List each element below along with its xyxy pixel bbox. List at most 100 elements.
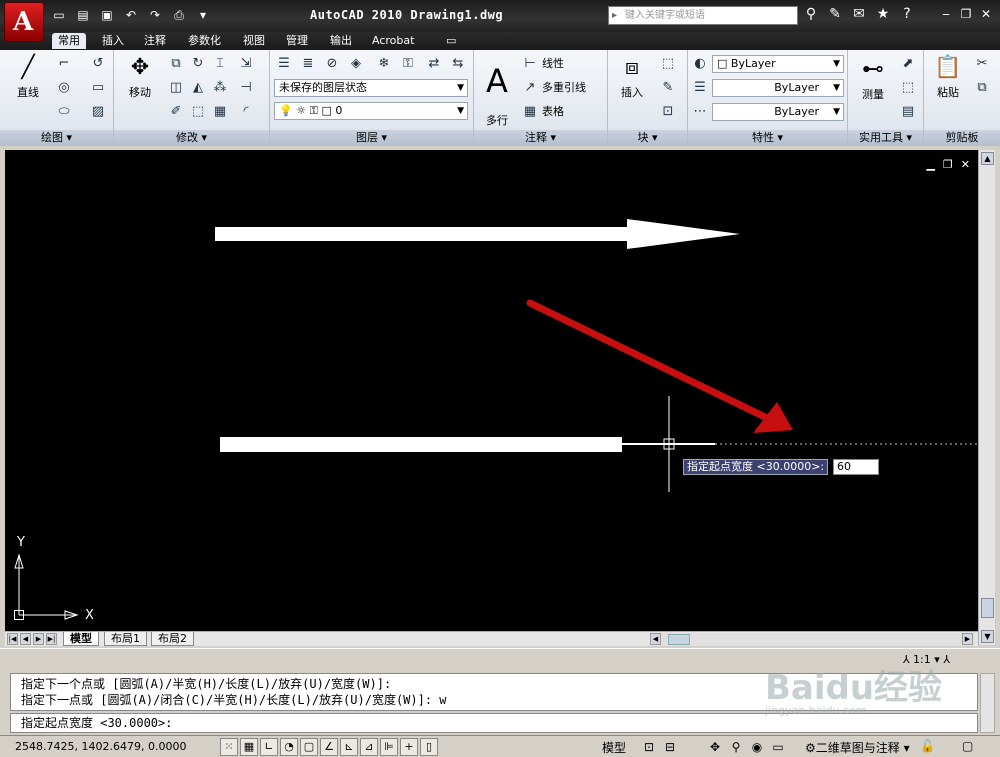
workspace-switcher[interactable]: ⚙二维草图与注释 ▾ [805, 739, 910, 756]
ellipse-icon[interactable]: ⬭ [54, 102, 74, 122]
fillet-icon[interactable]: ◜ [236, 102, 256, 122]
layer-prev-icon[interactable]: ⇆ [448, 54, 468, 74]
redo-icon[interactable]: ↷ [146, 7, 164, 23]
model-space-button[interactable]: 模型 [602, 739, 626, 756]
panel-draw-title[interactable]: 绘图 ▾ [0, 130, 113, 146]
lineweight-toggle-icon[interactable]: ⊫ [380, 738, 398, 756]
next-layout-icon[interactable]: ▶ [33, 633, 44, 645]
select-all-icon[interactable]: ⬚ [898, 78, 918, 98]
measure-button[interactable]: ⊷ 测量 [852, 56, 894, 102]
qat-dropdown-icon[interactable]: ▾ [194, 7, 212, 23]
snap-tracking-icon[interactable]: ∠ [320, 738, 338, 756]
move-button[interactable]: ✥ 移动 [120, 54, 160, 100]
edit-block-icon[interactable]: ✎ [658, 78, 678, 98]
table-button[interactable]: 表格 [542, 103, 564, 121]
tab-annotate[interactable]: 注释 [138, 33, 172, 49]
array-icon[interactable]: ⁂ [210, 78, 230, 98]
linetype-icon[interactable]: ⋯ [690, 102, 710, 122]
vertical-scrollbar[interactable]: ▲ ▼ [978, 150, 995, 645]
quick-select-icon[interactable]: ⬈ [898, 54, 918, 74]
quick-props-icon[interactable]: + [400, 738, 418, 756]
mirror-icon[interactable]: ◭ [188, 78, 208, 98]
panel-layers-title[interactable]: 图层 ▾ [270, 130, 473, 146]
print-icon[interactable]: ⎙ [170, 7, 188, 23]
panel-block-title[interactable]: 块 ▾ [608, 130, 687, 146]
horizontal-scrollbar[interactable]: ◀ ▶ [650, 633, 975, 646]
tab-acrobat[interactable]: Acrobat [366, 33, 420, 49]
binoculars-icon[interactable]: ⚲ [802, 6, 820, 22]
panel-annotation-title[interactable]: 注释 ▾ [474, 130, 607, 146]
match-properties-icon[interactable]: ◐ [690, 54, 710, 74]
lock-ui-icon[interactable]: 🔓 [920, 739, 935, 753]
communication-icon[interactable]: ✉ [850, 6, 868, 22]
layer-iso-icon[interactable]: ◈ [346, 54, 366, 74]
layer-match-icon[interactable]: ⇄ [424, 54, 444, 74]
selection-cycling-icon[interactable]: ▯ [420, 738, 438, 756]
erase-icon[interactable]: ✐ [166, 102, 186, 122]
lineweight-dropdown[interactable]: ByLayer ▼ [712, 103, 844, 121]
tab-output[interactable]: 输出 [324, 33, 358, 49]
copy-icon[interactable]: ⧉ [166, 54, 186, 74]
tab-parametric[interactable]: 参数化 [182, 33, 227, 49]
dynamic-input-field[interactable]: 60 [833, 459, 879, 475]
minimize-icon[interactable]: ‒ [938, 6, 954, 22]
scroll-left-icon[interactable]: ◀ [650, 633, 661, 645]
rotate-icon[interactable]: ↻ [188, 54, 208, 74]
quick-view-layouts-icon[interactable]: ⊡ [640, 738, 658, 756]
command-line-input[interactable]: 指定起点宽度 <30.0000>: [10, 713, 978, 733]
snap-mode-icon[interactable]: ⁙ [220, 738, 238, 756]
create-block-icon[interactable]: ⬚ [658, 54, 678, 74]
layer-state-dropdown[interactable]: 未保存的图层状态 ▼ [274, 79, 468, 97]
coordinates-readout[interactable]: 2548.7425, 1402.6479, 0.0000 [15, 740, 186, 753]
tab-home[interactable]: 常用 [52, 33, 86, 49]
layer-dropdown[interactable]: 💡 ☼ ⚿ □ 0 ▼ [274, 102, 468, 120]
restore-icon[interactable]: ❐ [958, 6, 974, 22]
tab-view[interactable]: 视图 [237, 33, 271, 49]
annotation-scale[interactable]: ⅄ 1:1 ▾ ⅄ [903, 653, 950, 666]
pan-icon[interactable]: ✥ [706, 738, 724, 756]
linetype-dropdown[interactable]: ByLayer ▼ [712, 79, 844, 97]
trim-icon[interactable]: ⌶ [210, 54, 230, 74]
scale-icon[interactable]: ◫ [166, 78, 186, 98]
ribbon-minimize-icon[interactable]: ▭ [440, 33, 462, 49]
line-button[interactable]: ╱ 直线 [6, 54, 50, 100]
scroll-thumb[interactable] [981, 598, 994, 618]
showmotion-icon[interactable]: ▭ [769, 738, 787, 756]
search-input[interactable]: ▸ 键入关键字或短语 [608, 6, 798, 25]
tab-insert[interactable]: 插入 [96, 33, 130, 49]
polar-tracking-icon[interactable]: ◔ [280, 738, 298, 756]
favorites-icon[interactable]: ★ [874, 6, 892, 22]
lineweight-icon[interactable]: ☰ [690, 78, 710, 98]
prev-layout-icon[interactable]: ◀ [20, 633, 31, 645]
hscroll-thumb[interactable] [668, 634, 690, 645]
mleader-button[interactable]: 多重引线 [542, 79, 586, 97]
hatch-icon[interactable]: ▨ [88, 102, 108, 122]
first-layout-icon[interactable]: |◀ [7, 633, 18, 645]
allow-ucs-icon[interactable]: ⊾ [340, 738, 358, 756]
panel-clipboard-title[interactable]: 剪贴板 [924, 130, 1000, 146]
grid-display-icon[interactable]: ▦ [240, 738, 258, 756]
object-snap-icon[interactable]: ▢ [300, 738, 318, 756]
tab-manage[interactable]: 管理 [280, 33, 314, 49]
ortho-mode-icon[interactable]: ∟ [260, 738, 278, 756]
last-layout-icon[interactable]: ▶| [46, 633, 57, 645]
stretch-icon[interactable]: ⇲ [236, 54, 256, 74]
new-icon[interactable]: ▭ [50, 7, 68, 23]
layer-properties-icon[interactable]: ☰ [274, 54, 294, 74]
panel-properties-title[interactable]: 特性 ▾ [688, 130, 847, 146]
tab-layout2[interactable]: 布局2 [151, 632, 194, 646]
layer-states-icon[interactable]: ≣ [298, 54, 318, 74]
quick-view-drawings-icon[interactable]: ⊟ [661, 738, 679, 756]
attribute-icon[interactable]: ⊡ [658, 102, 678, 122]
layer-freeze-icon[interactable]: ❄ [374, 54, 394, 74]
tab-layout1[interactable]: 布局1 [104, 632, 147, 646]
clean-screen-icon[interactable]: ▢ [962, 739, 973, 753]
insert-block-button[interactable]: ⧈ 插入 [612, 54, 652, 100]
circle-icon[interactable]: ◎ [54, 78, 74, 98]
zoom-icon[interactable]: ⚲ [727, 738, 745, 756]
layer-off-icon[interactable]: ⊘ [322, 54, 342, 74]
annotation-visibility-icon[interactable]: ⅄ [943, 653, 950, 666]
open-icon[interactable]: ▤ [74, 7, 92, 23]
scroll-up-icon[interactable]: ▲ [981, 152, 994, 165]
offset-icon[interactable]: ⊣ [236, 78, 256, 98]
